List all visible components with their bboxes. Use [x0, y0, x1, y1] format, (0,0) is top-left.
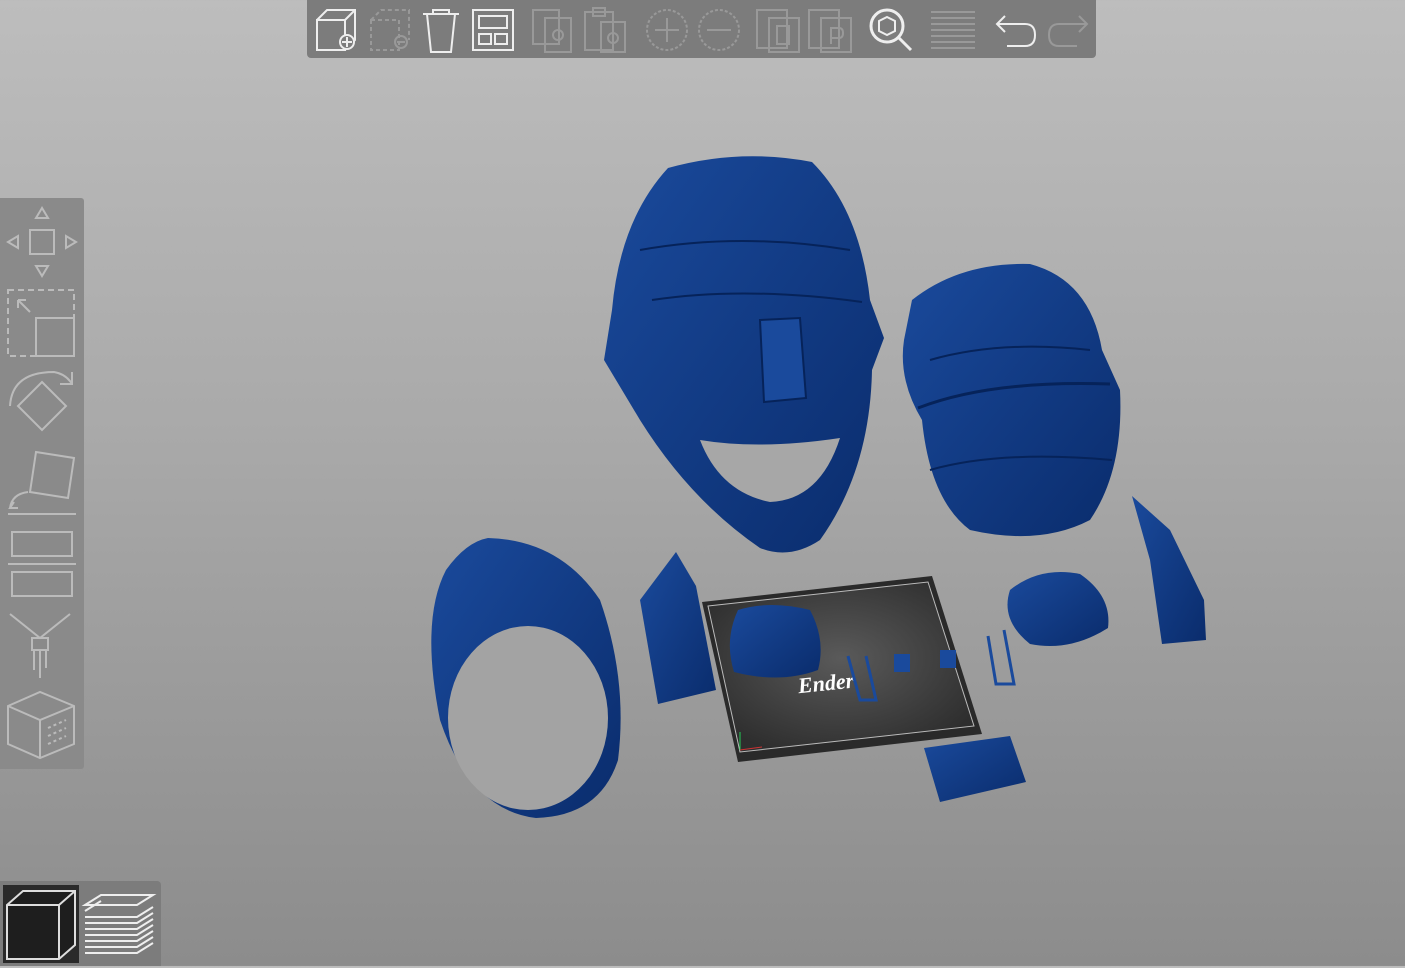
undo-button[interactable]	[989, 4, 1041, 56]
minus-circle-icon	[698, 9, 740, 51]
view-switcher	[0, 881, 161, 966]
place-on-face-icon	[8, 450, 76, 515]
add-model-button[interactable]	[309, 4, 361, 56]
preview-button[interactable]	[81, 885, 157, 963]
cube-icon	[6, 890, 76, 960]
variable-layer-tool[interactable]	[4, 688, 80, 764]
redo-icon	[1047, 15, 1089, 47]
undo-icon	[995, 15, 1037, 47]
auto-arrange-button[interactable]	[467, 4, 519, 56]
helmet-main-part[interactable]	[604, 156, 884, 553]
delete-button[interactable]	[415, 4, 467, 56]
print-bed: Ender	[702, 576, 982, 762]
helmet-shell-part[interactable]	[902, 263, 1121, 537]
top-toolbar	[307, 0, 1096, 58]
paste-icon	[584, 7, 626, 53]
remove-instance-button[interactable]	[693, 4, 745, 56]
layers-icon	[931, 11, 975, 49]
gizmo-toolbar	[0, 198, 84, 769]
paint-supports-tool[interactable]	[4, 608, 80, 684]
side-plate-right-part[interactable]	[1132, 496, 1206, 644]
search-icon	[869, 8, 913, 52]
move-tool[interactable]	[4, 204, 80, 280]
split-parts-icon	[808, 9, 852, 53]
bed-logo-text: Ender	[796, 667, 856, 698]
layer-editing-button[interactable]	[927, 4, 979, 56]
trash-icon	[423, 9, 459, 53]
split-objects-button[interactable]	[753, 4, 805, 56]
copy-icon	[532, 9, 572, 53]
small-parts[interactable]	[729, 572, 1109, 802]
search-button[interactable]	[865, 4, 917, 56]
cube-minus-icon	[370, 9, 410, 51]
brush-icon	[9, 613, 71, 678]
split-objects-icon	[756, 9, 800, 53]
place-on-face-tool[interactable]	[4, 448, 80, 524]
cube-plus-icon	[316, 9, 356, 51]
redo-button[interactable]	[1043, 4, 1095, 56]
grid-layout-icon	[472, 9, 514, 51]
side-plate-left-part[interactable]	[640, 552, 716, 704]
copy-button[interactable]	[527, 4, 579, 56]
scale-icon	[7, 289, 75, 357]
cube-wireframe-icon	[7, 690, 75, 760]
add-instance-button[interactable]	[641, 4, 693, 56]
visor-ring-part[interactable]	[431, 538, 621, 818]
scale-tool[interactable]	[4, 284, 80, 360]
cut-tool[interactable]	[4, 528, 80, 604]
layers-stack-icon	[81, 894, 157, 954]
rotate-tool[interactable]	[4, 366, 80, 442]
3d-viewport[interactable]: Ender	[0, 0, 1405, 966]
plus-circle-icon	[646, 9, 688, 51]
3d-view-button[interactable]	[3, 885, 79, 963]
move-arrows-icon	[6, 206, 78, 278]
paste-button[interactable]	[579, 4, 631, 56]
cut-icon	[8, 531, 76, 597]
split-parts-button[interactable]	[805, 4, 857, 56]
rotate-icon	[9, 370, 73, 432]
remove-model-button[interactable]	[363, 4, 415, 56]
